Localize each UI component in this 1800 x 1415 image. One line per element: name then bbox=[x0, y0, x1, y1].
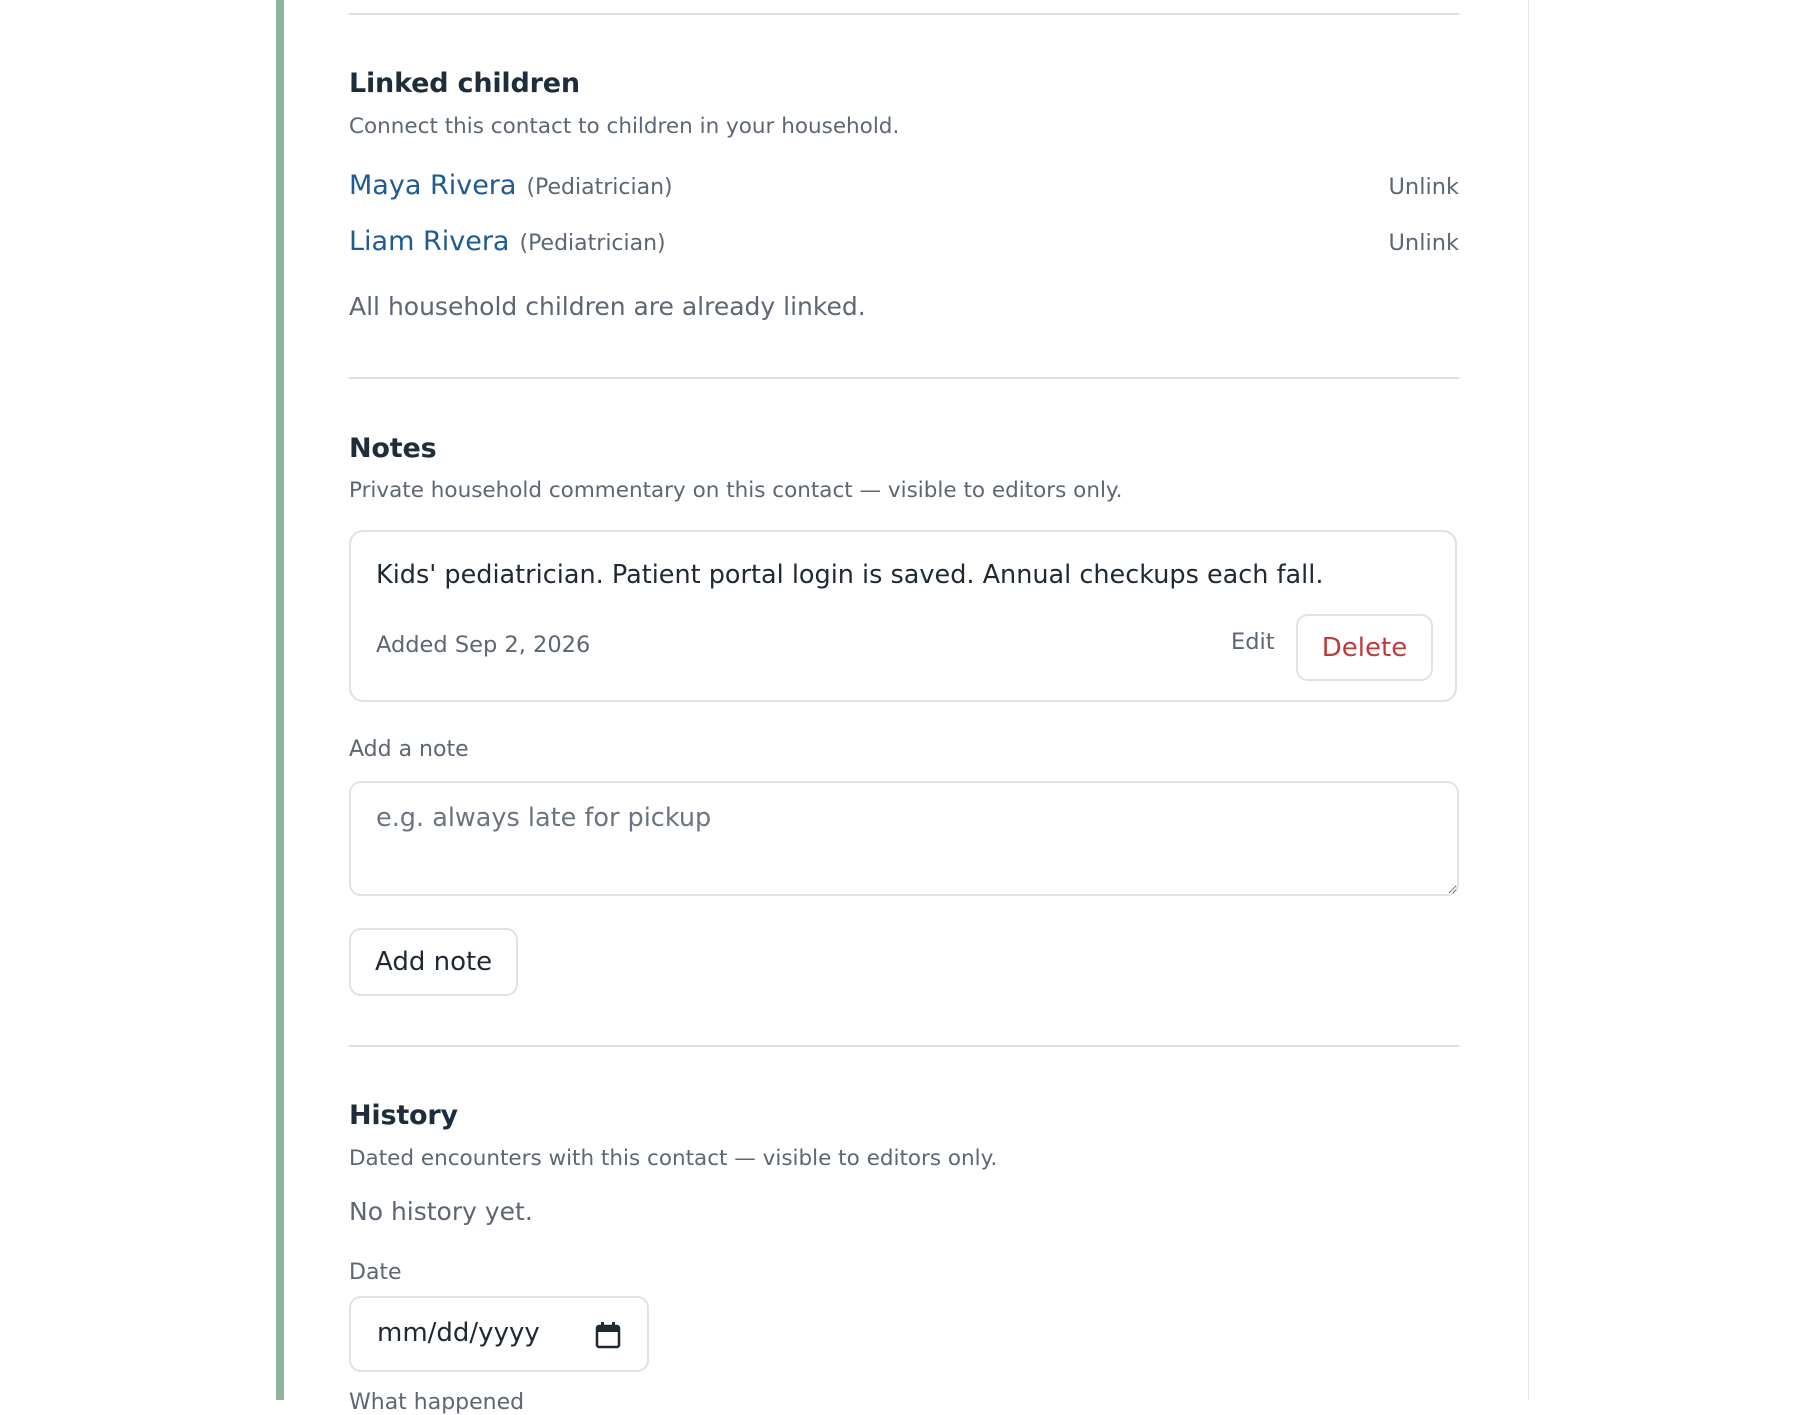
child-role: (Pediatrician) bbox=[519, 231, 666, 256]
date-label: Date bbox=[349, 1260, 402, 1285]
linked-children-heading: Linked children bbox=[349, 68, 580, 99]
linked-children-status: All household children are already linke… bbox=[349, 292, 866, 321]
child-role: (Pediatrician) bbox=[526, 175, 673, 200]
note-date: Added Sep 2, 2026 bbox=[376, 632, 591, 658]
section-divider bbox=[349, 1045, 1459, 1047]
note-card: Kids' pediatrician. Patient portal login… bbox=[349, 530, 1457, 702]
history-empty-state: No history yet. bbox=[349, 1197, 533, 1226]
linked-child-row: Liam Rivera (Pediatrician) Unlink bbox=[349, 226, 1459, 266]
linked-children-subtitle: Connect this contact to children in your… bbox=[349, 114, 900, 139]
add-note-button[interactable]: Add note bbox=[349, 928, 519, 996]
calendar-icon[interactable] bbox=[595, 1321, 621, 1349]
date-input[interactable]: mm/dd/yyyy bbox=[349, 1296, 649, 1372]
note-input[interactable] bbox=[349, 781, 1459, 896]
child-link-liam[interactable]: Liam Rivera bbox=[349, 226, 509, 257]
section-divider bbox=[349, 377, 1459, 379]
notes-subtitle: Private household commentary on this con… bbox=[349, 478, 1123, 503]
linked-child-row: Maya Rivera (Pediatrician) Unlink bbox=[349, 170, 1459, 210]
unlink-button[interactable]: Unlink bbox=[1388, 174, 1459, 200]
what-happened-label: What happened bbox=[349, 1390, 525, 1415]
history-heading: History bbox=[349, 1100, 458, 1131]
delete-note-button[interactable]: Delete bbox=[1296, 614, 1433, 681]
add-note-label: Add a note bbox=[349, 737, 469, 762]
panel-border bbox=[1528, 0, 1529, 1400]
date-placeholder: mm/dd/yyyy bbox=[377, 1318, 540, 1348]
accent-bar bbox=[276, 0, 284, 1400]
history-subtitle: Dated encounters with this contact — vis… bbox=[349, 1146, 998, 1171]
notes-heading: Notes bbox=[349, 433, 437, 464]
section-divider bbox=[349, 13, 1459, 15]
note-text: Kids' pediatrician. Patient portal login… bbox=[376, 560, 1324, 590]
child-link-maya[interactable]: Maya Rivera bbox=[349, 170, 516, 201]
unlink-button[interactable]: Unlink bbox=[1388, 230, 1459, 256]
edit-note-button[interactable]: Edit bbox=[1231, 629, 1275, 655]
